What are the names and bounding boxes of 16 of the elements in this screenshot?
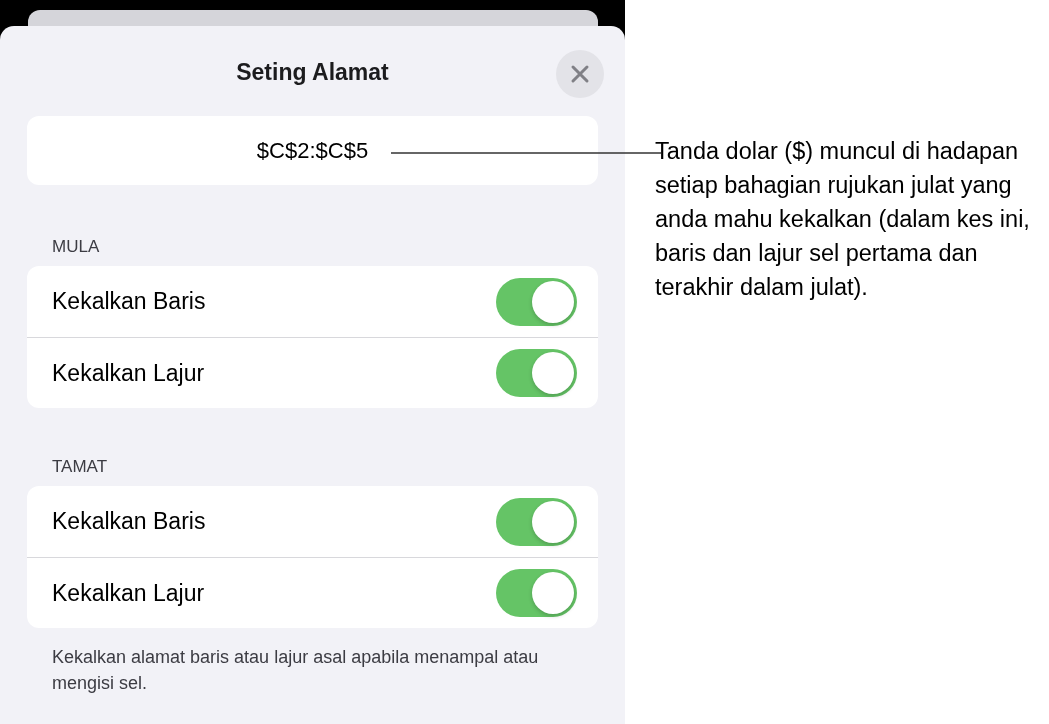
toggle-switch[interactable] [496,497,577,546]
sheet-title: Seting Alamat [236,57,389,86]
footnote-text: Kekalkan alamat baris atau lajur asal apabila menampal atau mengisi sel. [51,646,540,695]
close-icon [570,64,590,84]
setting-label: Kekalkan Baris [52,508,206,535]
setting-label: Kekalkan Lajur [52,579,205,607]
setting-label: Kekalkan Lajur [52,359,205,387]
section-header: TAMAT [51,456,109,478]
section-header: MULA [51,236,101,258]
toggle-switch[interactable] [496,349,577,397]
toggle-switch[interactable] [496,277,577,326]
address-field[interactable]: $C$2:$C$5 [27,116,598,185]
toggle-switch[interactable] [496,569,577,617]
setting-label: Kekalkan Baris [52,288,206,315]
callout-text: Tanda dolar ($) muncul di hadapan setiap bahagian rujukan julat yang anda mahu kekalkan (dalam kes ini, baris dan lajur sel pertama dan terakhir dalam julat). [655,137,1031,302]
close-button[interactable] [556,50,604,98]
